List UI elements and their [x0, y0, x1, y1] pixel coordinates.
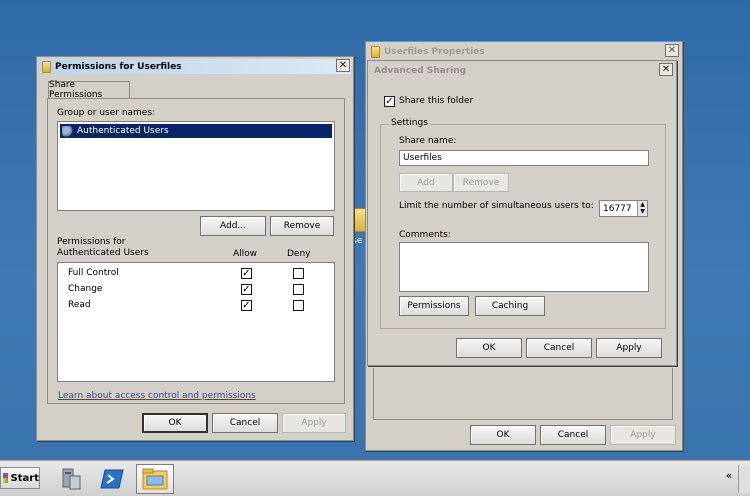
window-title: Permissions for Userfiles [55, 61, 182, 72]
group-label: Group or user names: [57, 108, 156, 118]
start-label: Start [10, 472, 39, 484]
taskbar-server-manager[interactable] [52, 464, 90, 494]
perm-name-full-control: Full Control [68, 268, 119, 278]
learn-more-link[interactable]: Learn about access control and permissio… [58, 391, 256, 401]
permissions-list: Full Control ✓ Change ✓ Read ✓ [57, 262, 335, 382]
deny-full-control-checkbox[interactable] [293, 268, 304, 279]
permissions-window: Permissions for Userfiles ✕ Share Permis… [36, 56, 354, 441]
folder-explorer-icon [142, 468, 168, 490]
users-icon [62, 125, 74, 137]
windows-logo-icon [3, 473, 8, 483]
comments-textarea[interactable] [399, 242, 649, 292]
list-item-authenticated-users[interactable]: Authenticated Users [60, 124, 332, 138]
folder-icon [42, 60, 51, 73]
limit-users-spinner[interactable]: 16777 ▲ ▼ [599, 200, 648, 217]
permissions-button[interactable]: Permissions [399, 296, 469, 316]
close-button[interactable]: ✕ [665, 44, 679, 57]
allow-read-checkbox[interactable]: ✓ [241, 300, 252, 311]
limit-users-value: 16777 [603, 203, 632, 214]
apply-button[interactable]: Apply [282, 413, 346, 433]
taskbar: Start « [0, 460, 750, 496]
limit-users-label: Limit the number of simultaneous users t… [399, 201, 594, 211]
apply-button[interactable]: Apply [610, 425, 676, 445]
ok-button[interactable]: OK [142, 413, 208, 433]
share-folder-checkbox[interactable]: ✓ [384, 96, 395, 107]
powershell-icon [100, 469, 124, 489]
share-name-input[interactable]: Userfiles [399, 150, 649, 166]
cancel-button[interactable]: Cancel [212, 413, 278, 433]
deny-read-checkbox[interactable] [293, 300, 304, 311]
add-button[interactable]: Add... [200, 216, 266, 236]
properties-panel [373, 368, 673, 420]
add-button[interactable]: Add [399, 173, 453, 192]
perm-header: Permissions for Authenticated Users [57, 237, 149, 258]
allow-full-control-checkbox[interactable]: ✓ [241, 268, 252, 279]
allow-column-header: Allow [233, 249, 258, 259]
deny-column-header: Deny [287, 249, 311, 259]
comments-label: Comments: [399, 230, 451, 240]
apply-button[interactable]: Apply [596, 338, 662, 358]
advanced-sharing-window: Advanced Sharing ✕ ✓ Share this folder S… [367, 60, 677, 366]
tray-expand-button[interactable]: « [723, 469, 735, 487]
desktop-folder-icon[interactable] [352, 208, 366, 232]
close-button[interactable]: ✕ [659, 63, 673, 76]
deny-change-checkbox[interactable] [293, 284, 304, 295]
list-item-label: Authenticated Users [77, 126, 169, 136]
share-name-label: Share name: [399, 136, 457, 146]
window-title: Advanced Sharing [374, 65, 467, 76]
close-button[interactable]: ✕ [336, 59, 350, 72]
taskbar-powershell[interactable] [94, 464, 132, 494]
advanced-sharing-titlebar[interactable]: Advanced Sharing ✕ [370, 63, 674, 78]
cancel-button[interactable]: Cancel [540, 425, 606, 445]
start-button[interactable]: Start [0, 467, 40, 489]
remove-button[interactable]: Remove [453, 173, 509, 192]
perm-name-change: Change [68, 284, 103, 294]
properties-titlebar[interactable]: Userfiles Properties ✕ [368, 44, 680, 59]
server-manager-icon [62, 468, 81, 490]
allow-change-checkbox[interactable]: ✓ [241, 284, 252, 295]
cancel-button[interactable]: Cancel [526, 338, 592, 358]
folder-icon [371, 45, 380, 58]
remove-button[interactable]: Remove [270, 216, 334, 236]
settings-label: Settings [389, 118, 430, 128]
caching-button[interactable]: Caching [475, 296, 545, 316]
ok-button[interactable]: OK [456, 338, 522, 358]
share-folder-label: Share this folder [399, 96, 474, 106]
share-name-value: Userfiles [403, 153, 442, 163]
taskbar-explorer[interactable] [136, 464, 174, 494]
perm-name-read: Read [68, 300, 91, 310]
window-title: Userfiles Properties [384, 46, 485, 57]
tab-share-permissions[interactable]: Share Permissions [48, 80, 130, 100]
user-list[interactable]: Authenticated Users [57, 121, 335, 211]
permissions-titlebar[interactable]: Permissions for Userfiles ✕ [39, 59, 351, 74]
spinner-arrows-icon[interactable]: ▲ ▼ [637, 201, 647, 216]
ok-button[interactable]: OK [470, 425, 536, 445]
tray-area [738, 465, 750, 493]
